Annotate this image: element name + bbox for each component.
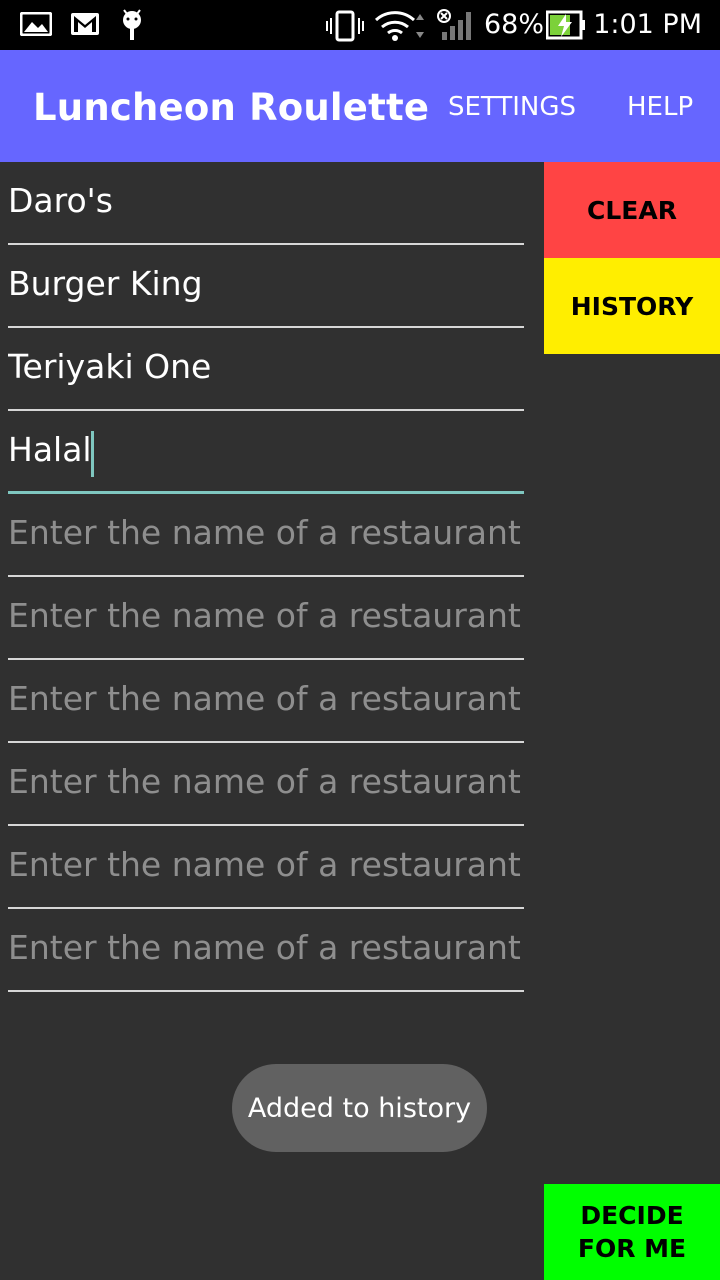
signal-icon (436, 8, 476, 47)
text-cursor (91, 431, 94, 477)
toast-message: Added to history (232, 1064, 487, 1152)
battery-charging-icon (545, 10, 586, 45)
help-menu-item[interactable]: HELP (627, 92, 693, 122)
wifi-icon (374, 8, 430, 47)
restaurant-input-4[interactable] (8, 413, 524, 485)
app-title: Luncheon Roulette (33, 86, 430, 129)
restaurant-field (8, 162, 524, 245)
restaurant-field (8, 577, 524, 660)
restaurant-field (8, 826, 524, 909)
restaurant-field (8, 909, 524, 992)
battery-percent: 68% (484, 9, 545, 40)
restaurant-input-6[interactable] (8, 579, 524, 651)
clear-button[interactable]: CLEAR (544, 162, 720, 258)
restaurant-list (8, 162, 524, 992)
history-button[interactable]: HISTORY (544, 258, 720, 354)
restaurant-input-9[interactable] (8, 828, 524, 900)
restaurant-input-1[interactable] (8, 164, 524, 236)
restaurant-input-10[interactable] (8, 911, 524, 983)
gmail-icon (70, 12, 100, 41)
restaurant-input-2[interactable] (8, 247, 524, 319)
status-bar: 68% 1:01 PM (0, 0, 720, 50)
restaurant-field (8, 328, 524, 411)
vibrate-icon (326, 10, 364, 47)
restaurant-field (8, 660, 524, 743)
app-bar: Luncheon Roulette SETTINGS HELP (0, 50, 720, 162)
clock: 1:01 PM (593, 9, 702, 40)
restaurant-input-3[interactable] (8, 330, 524, 402)
restaurant-field (8, 743, 524, 826)
settings-menu-item[interactable]: SETTINGS (448, 92, 576, 122)
decide-button-line1: DECIDE (580, 1201, 684, 1230)
restaurant-field (8, 494, 524, 577)
restaurant-field (8, 245, 524, 328)
restaurant-input-8[interactable] (8, 745, 524, 817)
decide-for-me-button[interactable]: DECIDE FOR ME (544, 1184, 720, 1280)
restaurant-field-focused (8, 411, 524, 494)
android-debug-icon (118, 8, 146, 47)
decide-button-line2: FOR ME (577, 1234, 687, 1263)
restaurant-input-5[interactable] (8, 496, 524, 568)
restaurant-input-7[interactable] (8, 662, 524, 734)
gallery-icon (19, 11, 53, 41)
